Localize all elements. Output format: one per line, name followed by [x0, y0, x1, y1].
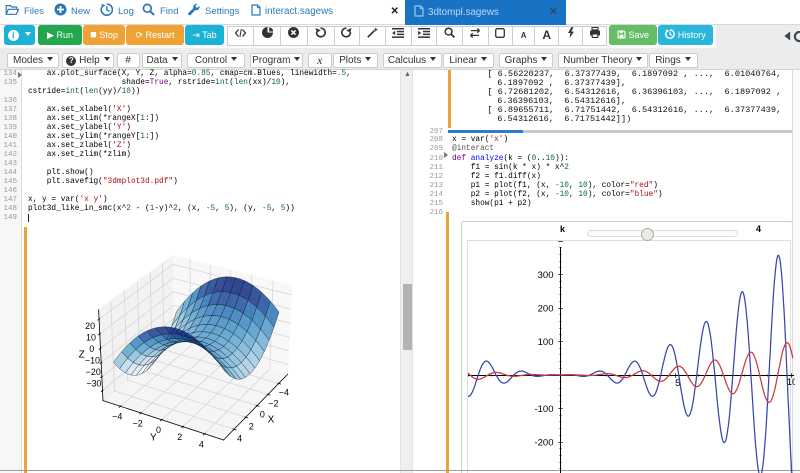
svg-text:20: 20: [85, 321, 95, 331]
svg-text:−4: −4: [112, 411, 122, 421]
svg-text:200: 200: [538, 304, 554, 315]
svg-text:−10: −10: [85, 355, 100, 365]
svg-text:X: X: [267, 415, 274, 426]
svg-text:−2: −2: [268, 398, 278, 408]
svg-text:100: 100: [538, 337, 554, 348]
svg-text:−20: −20: [85, 367, 100, 377]
svg-text:−2: −2: [132, 418, 142, 428]
svg-text:2: 2: [249, 421, 254, 431]
svg-text:-200: -200: [534, 438, 553, 449]
svg-text:2: 2: [177, 432, 182, 442]
svg-text:4: 4: [199, 439, 204, 449]
svg-text:−30: −30: [86, 378, 101, 388]
svg-text:Y: Y: [150, 432, 157, 443]
svg-text:0: 0: [260, 409, 265, 419]
svg-text:300: 300: [538, 270, 554, 281]
svg-text:0: 0: [156, 425, 161, 435]
svg-text:0: 0: [89, 344, 94, 354]
svg-text:-100: -100: [534, 404, 553, 415]
svg-text:Z: Z: [78, 349, 84, 360]
svg-text:10: 10: [86, 332, 96, 342]
svg-text:−4: −4: [279, 387, 289, 397]
svg-text:4: 4: [237, 433, 242, 443]
